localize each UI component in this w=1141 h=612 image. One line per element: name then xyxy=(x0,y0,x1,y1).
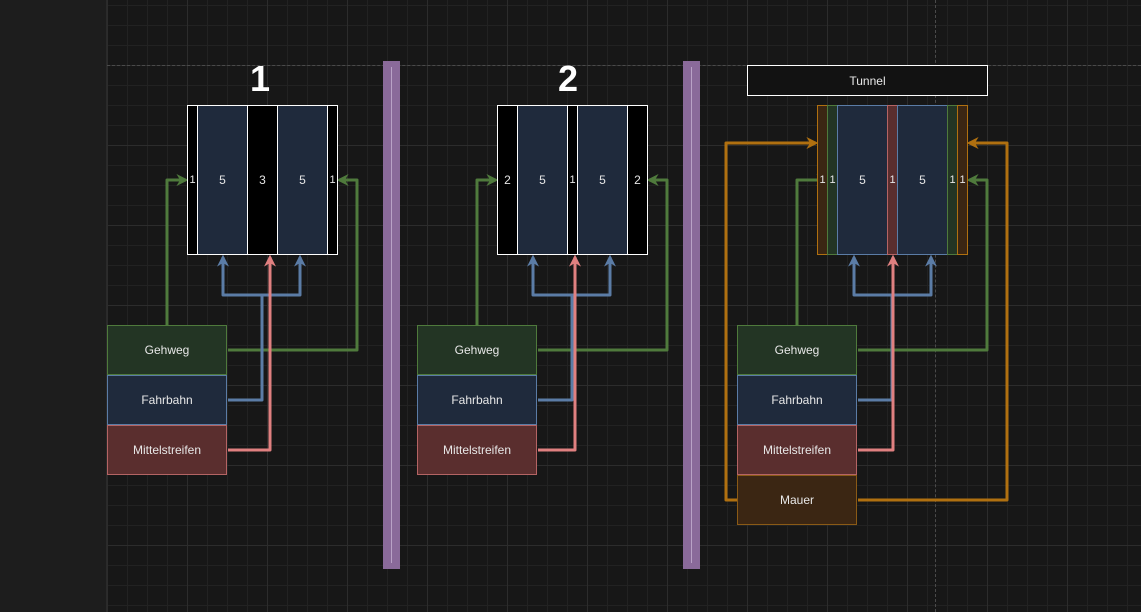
panel-2-lane-roadway-right[interactable]: 5 xyxy=(577,105,628,255)
separator-bar-2[interactable] xyxy=(683,61,700,569)
panel-3-lane-roadway-right[interactable]: 5 xyxy=(897,105,948,255)
separator-bar-1[interactable] xyxy=(383,61,400,569)
panel-3-lane-roadway-left[interactable]: 5 xyxy=(837,105,888,255)
panel-3-legend-roadway[interactable]: Fahrbahn xyxy=(737,375,857,425)
panel-1-legend-sidewalk[interactable]: Gehweg xyxy=(107,325,227,375)
panel-2-lane-sidewalk-right[interactable]: 2 xyxy=(627,105,648,255)
panel-1-legend-median[interactable]: Mittelstreifen xyxy=(107,425,227,475)
left-sidebar xyxy=(0,0,107,612)
panel-3-legend-wall[interactable]: Mauer xyxy=(737,475,857,525)
panel-2-legend-sidewalk[interactable]: Gehweg xyxy=(417,325,537,375)
panel-3-legend-median[interactable]: Mittelstreifen xyxy=(737,425,857,475)
panel-2-lane-sidewalk-left[interactable]: 2 xyxy=(497,105,518,255)
panel-1-legend-roadway[interactable]: Fahrbahn xyxy=(107,375,227,425)
panel-1-lane-median[interactable]: 3 xyxy=(247,105,278,255)
panel-2-legend-median[interactable]: Mittelstreifen xyxy=(417,425,537,475)
panel-2-lane-roadway-left[interactable]: 5 xyxy=(517,105,568,255)
panel-1-lane-sidewalk-right[interactable]: 1 xyxy=(327,105,338,255)
panel-3-lane-wall-right[interactable]: 1 xyxy=(957,105,968,255)
panel-3-legend-sidewalk[interactable]: Gehweg xyxy=(737,325,857,375)
panel-2-legend-roadway[interactable]: Fahrbahn xyxy=(417,375,537,425)
panel-1-lane-roadway-right[interactable]: 5 xyxy=(277,105,328,255)
panel-1-lane-roadway-left[interactable]: 5 xyxy=(197,105,248,255)
panel-1-number: 1 xyxy=(249,58,271,99)
panel-2-number: 2 xyxy=(557,58,579,99)
tunnel-title[interactable]: Tunnel xyxy=(747,65,988,96)
